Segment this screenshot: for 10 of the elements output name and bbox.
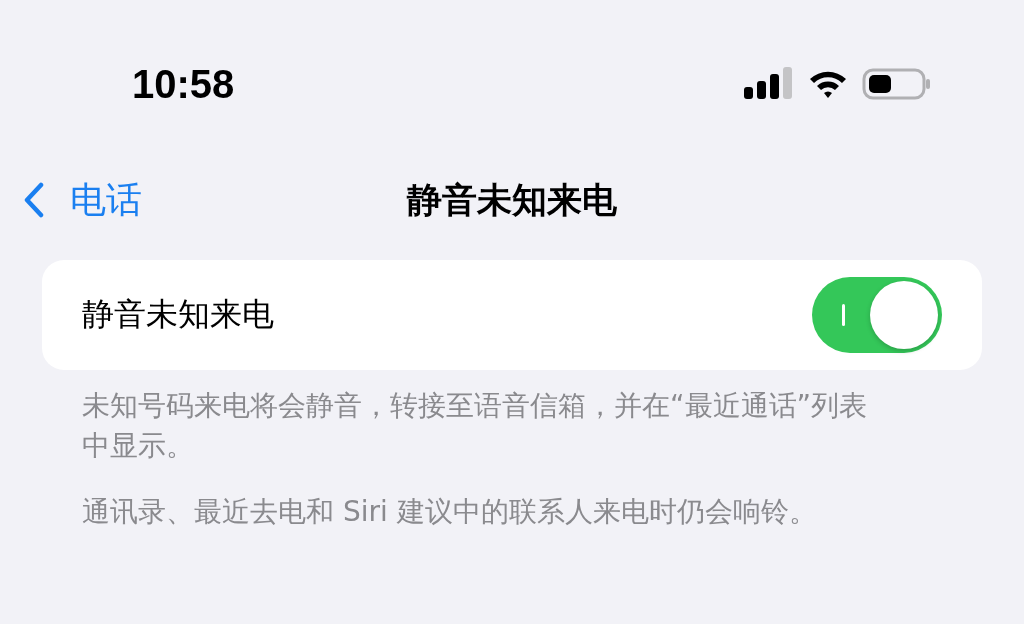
- status-time: 10:58: [132, 61, 235, 107]
- back-button[interactable]: 电话: [0, 175, 142, 225]
- footer-note: 未知号码来电将会静音，转接至语音信箱，并在“最近通话”列表中显示。: [82, 388, 868, 464]
- back-chevron-icon: [24, 182, 44, 218]
- battery-icon: [862, 68, 932, 100]
- wifi-icon: [808, 69, 848, 99]
- page-title: 静音未知来电: [407, 178, 617, 222]
- signal-icon: [744, 67, 794, 101]
- footer-note: 通讯录、最近去电和 Siri 建议中的联系人来电时仍会响铃。: [82, 494, 818, 530]
- setting-label: 静音未知来电: [82, 294, 274, 335]
